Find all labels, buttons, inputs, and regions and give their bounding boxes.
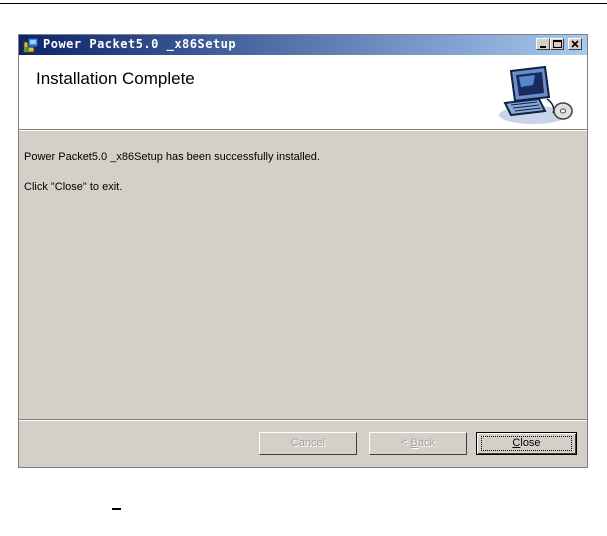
close-button[interactable]: Close — [476, 432, 577, 455]
back-prefix: < — [401, 437, 411, 449]
top-rule — [0, 3, 607, 4]
window-title: Power Packet5.0 _x86Setup — [43, 37, 237, 51]
success-message: Power Packet5.0 _x86Setup has been succe… — [24, 151, 320, 163]
minimize-button[interactable] — [536, 38, 550, 50]
computer-setup-icon — [499, 65, 573, 124]
text-cursor-mark — [112, 508, 121, 510]
setup-window: Power Packet5.0 _x86Setup Installation C… — [18, 34, 588, 468]
page-title: Installation Complete — [36, 69, 195, 88]
close-icon — [571, 40, 579, 48]
maximize-icon — [553, 40, 562, 48]
header-separator — [19, 129, 587, 131]
header-band: Installation Complete — [19, 55, 587, 129]
minimize-icon — [540, 46, 546, 48]
titlebar[interactable]: Power Packet5.0 _x86Setup — [19, 35, 587, 55]
back-button[interactable]: < Back — [369, 432, 467, 455]
close-rest: lose — [520, 437, 541, 449]
maximize-button[interactable] — [550, 38, 564, 50]
cancel-button[interactable]: Cancel — [259, 432, 357, 455]
close-window-button[interactable] — [568, 38, 582, 50]
installer-icon — [23, 37, 39, 53]
instruction-message: Click "Close" to exit. — [24, 181, 123, 193]
back-mnemonic: B — [410, 437, 418, 449]
back-rest: ack — [417, 437, 435, 449]
footer-separator — [19, 419, 587, 421]
